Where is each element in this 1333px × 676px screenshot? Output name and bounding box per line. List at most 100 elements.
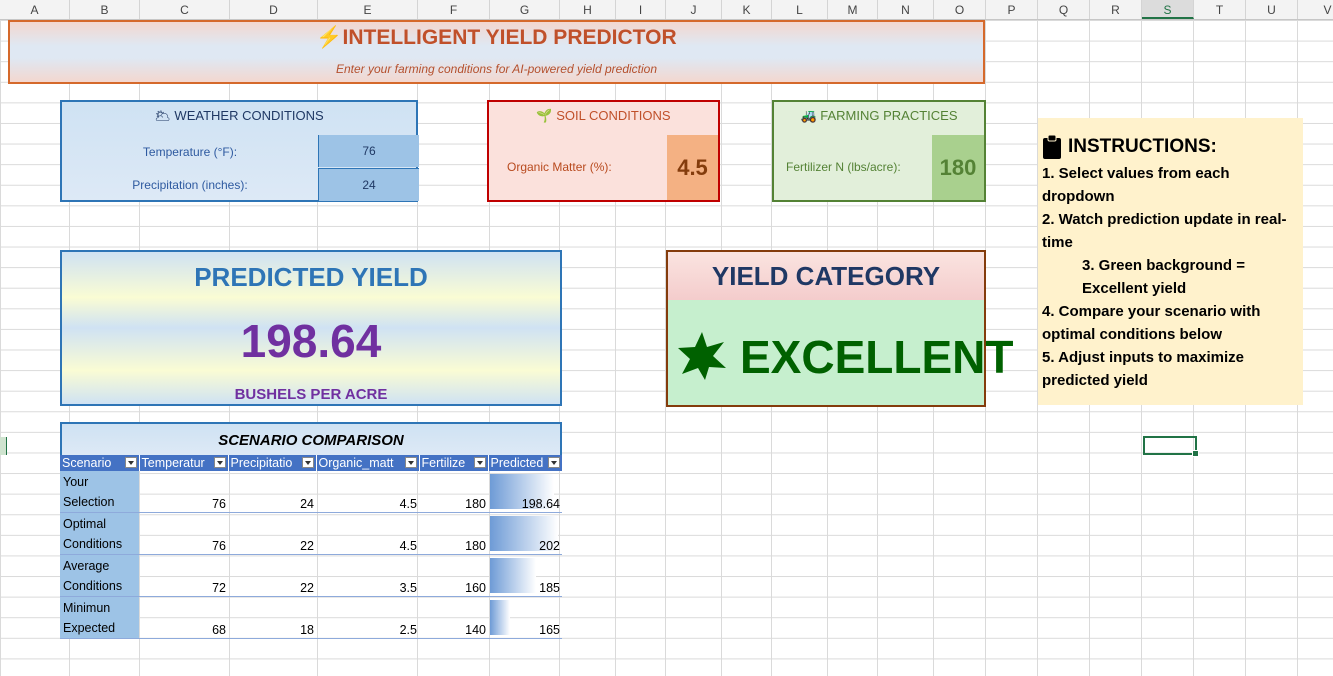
precipitation-cell[interactable]: 22 bbox=[228, 512, 316, 555]
column-header-v[interactable]: V bbox=[1298, 0, 1333, 19]
instruction-line: 5. Adjust inputs to maximize predicted y… bbox=[1042, 349, 1244, 389]
column-header-a[interactable]: A bbox=[0, 0, 70, 19]
fertilizer-cell[interactable]: 140 bbox=[419, 596, 488, 639]
fertilizer-dropdown[interactable]: 180 bbox=[932, 135, 984, 200]
soil-header: 🌱 SOIL CONDITIONS bbox=[536, 108, 671, 123]
organic-matter-cell[interactable]: 3.5 bbox=[316, 554, 419, 597]
organic-matter-cell[interactable]: 4.5 bbox=[316, 471, 419, 513]
column-header-r[interactable]: R bbox=[1090, 0, 1142, 19]
column-header-e[interactable]: E bbox=[318, 0, 418, 19]
column-header-p[interactable]: P bbox=[986, 0, 1038, 19]
farming-header: 🚜 FARMING PRACTICES bbox=[800, 108, 958, 123]
predicted-cell[interactable]: 202 bbox=[488, 512, 562, 555]
filter-dropdown-icon[interactable] bbox=[473, 457, 486, 468]
column-header-l[interactable]: L bbox=[772, 0, 828, 19]
temperature-dropdown[interactable]: 76 bbox=[318, 135, 419, 167]
title-banner: ⚡INTELLIGENT YIELD PREDICTOR Enter your … bbox=[8, 20, 985, 84]
scenario-table: Scenario Temperatur Precipitatio Organic… bbox=[60, 455, 563, 639]
farming-practices-panel: 🚜 FARMING PRACTICES Fertilizer N (lbs/ac… bbox=[772, 100, 986, 202]
instruction-line: 1. Select values from each dropdown bbox=[1042, 165, 1230, 205]
column-header-j[interactable]: J bbox=[666, 0, 722, 19]
instructions-title: INSTRUCTIONS: bbox=[1068, 136, 1217, 157]
instructions-header: INSTRUCTIONS: bbox=[1042, 132, 1297, 162]
precipitation-cell[interactable]: 18 bbox=[228, 596, 316, 639]
scenario-comparison-title: SCENARIO COMPARISON bbox=[60, 422, 562, 455]
predicted-cell[interactable]: 198.64 bbox=[488, 471, 562, 513]
column-header-organic-matter[interactable]: Organic_matt bbox=[316, 455, 420, 471]
filter-dropdown-icon[interactable] bbox=[301, 457, 314, 468]
organic-matter-dropdown[interactable]: 4.5 bbox=[667, 135, 718, 200]
column-header-i[interactable]: I bbox=[616, 0, 666, 19]
predicted-cell[interactable]: 185 bbox=[488, 554, 562, 597]
organic-matter-cell[interactable]: 4.5 bbox=[316, 512, 419, 555]
instruction-line: 3. Green background = Excellent yield bbox=[1082, 257, 1245, 297]
page-subtitle: Enter your farming conditions for AI-pow… bbox=[335, 62, 658, 76]
clipboard-icon bbox=[1043, 135, 1061, 159]
filter-dropdown-icon[interactable] bbox=[404, 457, 417, 468]
data-bar bbox=[490, 558, 536, 593]
precipitation-cell[interactable]: 24 bbox=[228, 471, 316, 513]
column-header-m[interactable]: M bbox=[828, 0, 878, 19]
fertilizer-label: Fertilizer N (lbs/acre): bbox=[786, 160, 901, 174]
temperature-cell[interactable]: 68 bbox=[139, 596, 228, 639]
table-row[interactable]: Your Selection 76 24 4.5 180 198.64 bbox=[60, 471, 562, 513]
column-header-u[interactable]: U bbox=[1246, 0, 1298, 19]
column-headers: ABCDEFGHIJKLMNOPQRSTUV bbox=[0, 0, 1333, 20]
organic-matter-label: Organic Matter (%): bbox=[507, 160, 612, 174]
yield-category-panel: YIELD CATEGORY EXCELLENT bbox=[666, 250, 1013, 407]
row-header-marker[interactable] bbox=[0, 437, 7, 455]
predicted-yield-value: 198.64 bbox=[240, 315, 382, 367]
predicted-cell[interactable]: 165 bbox=[488, 596, 562, 639]
column-header-t[interactable]: T bbox=[1194, 0, 1246, 19]
temperature-label: Temperature (°F): bbox=[142, 145, 238, 159]
column-header-q[interactable]: Q bbox=[1038, 0, 1090, 19]
column-header-d[interactable]: D bbox=[230, 0, 318, 19]
temperature-cell[interactable]: 76 bbox=[139, 471, 228, 513]
weather-conditions-panel: 🌥 WEATHER CONDITIONS Temperature (°F): 7… bbox=[60, 100, 419, 202]
scenario-name-cell[interactable]: Your Selection bbox=[60, 471, 139, 513]
precipitation-cell[interactable]: 22 bbox=[228, 554, 316, 597]
temperature-cell[interactable]: 76 bbox=[139, 512, 228, 555]
precipitation-dropdown[interactable]: 24 bbox=[318, 168, 419, 201]
organic-matter-cell[interactable]: 2.5 bbox=[316, 596, 419, 639]
column-header-f[interactable]: F bbox=[418, 0, 490, 19]
filter-dropdown-icon[interactable] bbox=[547, 457, 560, 468]
column-header-o[interactable]: O bbox=[934, 0, 986, 19]
filter-dropdown-icon[interactable] bbox=[213, 457, 226, 468]
predicted-yield-panel: PREDICTED YIELD 198.64 BUSHELS PER ACRE bbox=[60, 250, 562, 406]
filter-dropdown-icon[interactable] bbox=[124, 457, 137, 468]
column-header-g[interactable]: G bbox=[490, 0, 560, 19]
column-header-predicted[interactable]: Predicted bbox=[488, 455, 563, 471]
scenario-name-cell[interactable]: Minimun Expected bbox=[60, 596, 139, 639]
soil-conditions-panel: 🌱 SOIL CONDITIONS Organic Matter (%): 4.… bbox=[487, 100, 720, 202]
scenario-name-cell[interactable]: Average Conditions bbox=[60, 554, 139, 597]
column-header-h[interactable]: H bbox=[560, 0, 616, 19]
instructions-panel: INSTRUCTIONS: 1. Select values from each… bbox=[1038, 118, 1303, 405]
predicted-yield-unit: BUSHELS PER ACRE bbox=[234, 386, 388, 403]
column-header-c[interactable]: C bbox=[140, 0, 230, 19]
star-icon bbox=[678, 332, 726, 380]
column-header-b[interactable]: B bbox=[70, 0, 140, 19]
column-header-n[interactable]: N bbox=[878, 0, 934, 19]
yield-category-value: EXCELLENT bbox=[740, 331, 1014, 383]
fertilizer-cell[interactable]: 180 bbox=[419, 512, 488, 555]
scenario-name-cell[interactable]: Optimal Conditions bbox=[60, 512, 139, 555]
selected-cell[interactable] bbox=[1143, 436, 1199, 457]
yield-category-header: YIELD CATEGORY bbox=[711, 261, 941, 291]
temperature-cell[interactable]: 72 bbox=[139, 554, 228, 597]
column-header-fertilizer[interactable]: Fertilize bbox=[419, 455, 489, 471]
table-row[interactable]: Minimun Expected 68 18 2.5 140 165 bbox=[60, 596, 562, 639]
column-header-k[interactable]: K bbox=[722, 0, 772, 19]
table-header-row: Scenario Temperatur Precipitatio Organic… bbox=[60, 455, 563, 471]
table-row[interactable]: Optimal Conditions 76 22 4.5 180 202 bbox=[60, 512, 562, 555]
column-header-s[interactable]: S bbox=[1142, 0, 1194, 19]
column-header-precipitation[interactable]: Precipitatio bbox=[228, 455, 317, 471]
precipitation-label: Precipitation (inches): bbox=[132, 178, 248, 192]
column-header-temperature[interactable]: Temperatur bbox=[139, 455, 229, 471]
fertilizer-cell[interactable]: 180 bbox=[419, 471, 488, 513]
column-header-scenario[interactable]: Scenario bbox=[60, 455, 140, 471]
table-row[interactable]: Average Conditions 72 22 3.5 160 185 bbox=[60, 554, 562, 597]
fertilizer-cell[interactable]: 160 bbox=[419, 554, 488, 597]
data-bar bbox=[490, 600, 510, 635]
predicted-yield-header: PREDICTED YIELD bbox=[194, 262, 428, 292]
